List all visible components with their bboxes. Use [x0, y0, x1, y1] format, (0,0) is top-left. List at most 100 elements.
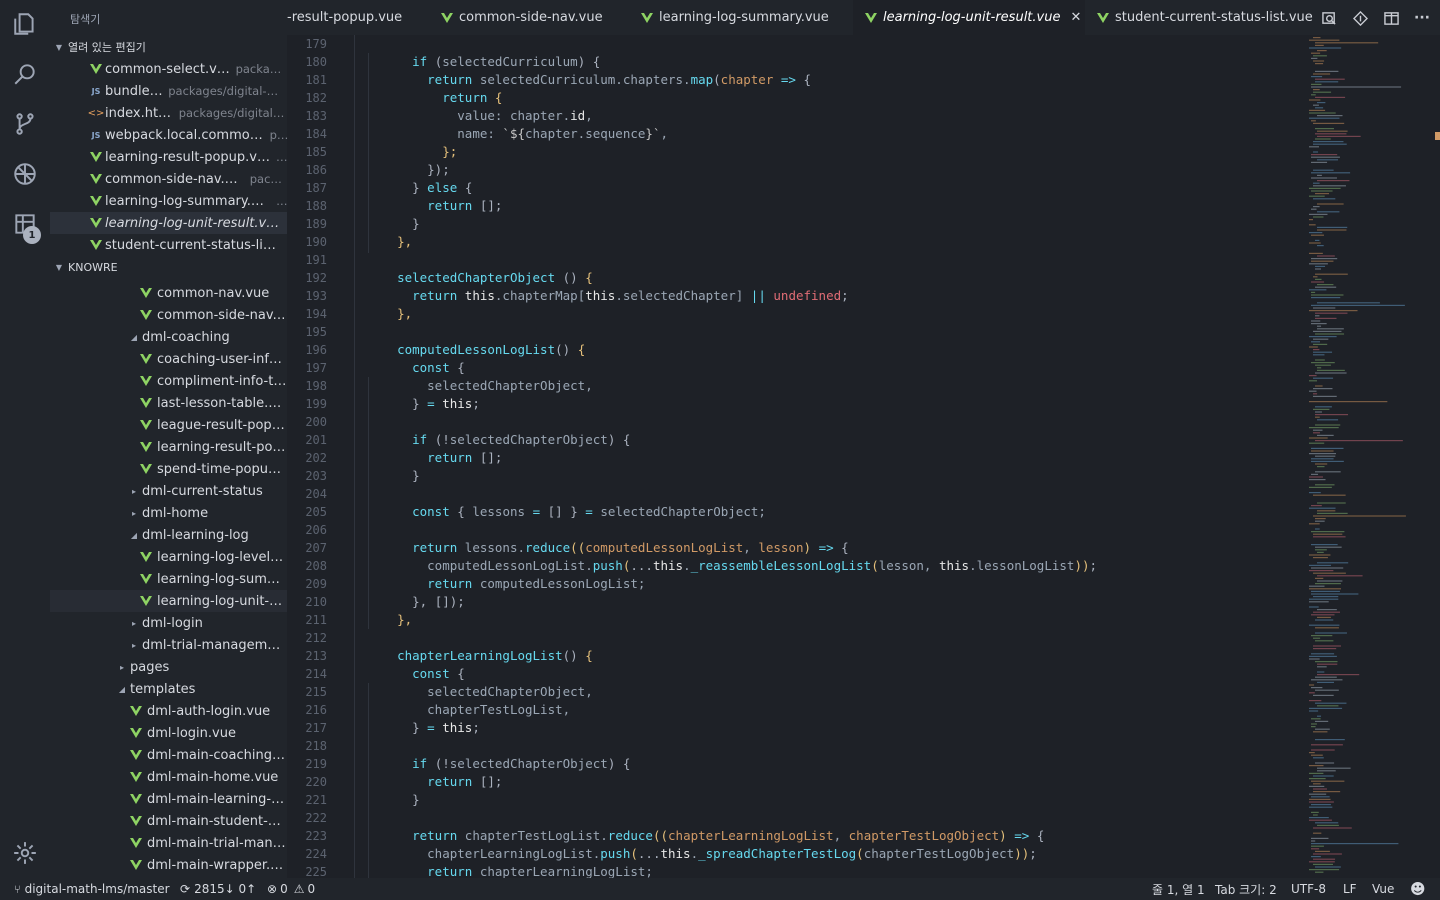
open-editor-path: pack... [249, 172, 287, 186]
tree-file[interactable]: learning-log-unit-re... [50, 590, 287, 612]
tree-file[interactable]: last-lesson-table.vu... [50, 392, 287, 414]
tab-size[interactable]: Tab 크기: 2 [1215, 878, 1277, 900]
gear-icon[interactable] [10, 838, 40, 868]
open-editor-name: common-select.vue [105, 61, 231, 77]
tree-file[interactable]: dml-main-home.vue [50, 766, 287, 788]
minimap-line [1309, 401, 1388, 403]
html-icon: <> [87, 107, 105, 119]
more-actions-icon[interactable]: ··· [1413, 9, 1431, 27]
encoding[interactable]: UTF-8 [1291, 878, 1326, 900]
minimap-line [1311, 323, 1327, 325]
open-editor-item[interactable]: learning-log-summary.vue... [50, 190, 287, 212]
open-editor-item[interactable]: JS webpack.local.common.js p... [50, 124, 287, 146]
cursor-position[interactable]: 줄 1, 열 1 [1152, 878, 1205, 900]
tree-item-label: spend-time-popup.... [157, 461, 287, 477]
open-editors-header[interactable]: ▼ 열려 있는 편집기 [50, 37, 287, 57]
minimap-line [1309, 252, 1323, 254]
code-content[interactable]: if (selectedCurriculum) { return selecte… [382, 35, 1097, 878]
split-editor-icon[interactable] [1382, 9, 1400, 27]
tree-item-label: common-nav.vue [157, 285, 270, 301]
tree-file[interactable]: dml-main-wrapper.vue [50, 854, 287, 876]
code-line: }, []); [412, 594, 465, 609]
tree-folder[interactable]: ◢ dml-learning-log [50, 524, 287, 546]
problems-indicator[interactable]: ⊗ 0 ⚠ 0 [267, 878, 315, 900]
open-editor-item[interactable]: learning-log-unit-result.vue... [50, 212, 287, 234]
source-control-icon[interactable] [10, 109, 40, 139]
explorer-icon[interactable] [10, 9, 40, 39]
open-editor-item[interactable]: learning-result-popup.vue... [50, 146, 287, 168]
open-editor-item[interactable]: JS bundle.js packages/digital-m... [50, 80, 287, 102]
tree-folder[interactable]: ▸ dml-home [50, 502, 287, 524]
line-number-gutter: 179 180 181 182 183 184 185 186 187 188 189 190 191 1… [287, 35, 337, 878]
open-editor-item[interactable]: <> index.html packages/digital-... [50, 102, 287, 124]
close-icon[interactable]: ✕ [1070, 10, 1081, 25]
search-icon[interactable] [10, 59, 40, 89]
scrollbar[interactable] [1435, 35, 1440, 878]
minimap-line [1315, 138, 1331, 140]
tree-file[interactable]: learning-result-pop... [50, 436, 287, 458]
code-line: } else { [412, 180, 473, 195]
minimap-line [1315, 546, 1342, 548]
tab-common-side-nav[interactable]: common-side-nav.vue [429, 0, 629, 35]
open-editor-item[interactable]: common-select.vue packag... [50, 58, 287, 80]
tab-learning-log-unit-result[interactable]: learning-log-unit-result.vue ✕ [853, 0, 1085, 35]
sync-indicator[interactable]: ⟳ 2815↓ 0↑ [180, 878, 256, 900]
tree-folder[interactable]: ◢ dml-coaching [50, 326, 287, 348]
tree-file[interactable]: spend-time-popup.... [50, 458, 287, 480]
minimap-line [1311, 57, 1318, 59]
tree-file[interactable]: dml-main-learning-lo... [50, 788, 287, 810]
language-mode[interactable]: Vue [1372, 878, 1394, 900]
tree-folder[interactable]: ▸ dml-login [50, 612, 287, 634]
tree-folder[interactable]: ▸ dml-trial-management [50, 634, 287, 656]
code-line: computedLessonLogList.push(...this._reas… [427, 558, 1098, 573]
tree-file[interactable]: common-nav.vue [50, 282, 287, 304]
tree-file[interactable]: learning-log-summ... [50, 568, 287, 590]
tab-learning-log-summary[interactable]: learning-log-summary.vue [629, 0, 851, 35]
open-editor-name: student-current-status-list.... [105, 237, 282, 253]
tree-file[interactable]: league-result-popu... [50, 414, 287, 436]
open-editor-path: packag... [235, 62, 287, 76]
tree-file[interactable]: compliment-info-ta... [50, 370, 287, 392]
minimap[interactable] [1303, 35, 1433, 878]
tab-result-popup[interactable]: -result-popup.vue [287, 0, 420, 35]
minimap-line [1315, 661, 1338, 663]
open-editor-item[interactable]: common-side-nav.vue pack... [50, 168, 287, 190]
tree-file[interactable]: dml-login.vue [50, 722, 287, 744]
feedback-smiley-icon[interactable]: ☻ [1410, 878, 1426, 900]
minimap-line [1309, 588, 1342, 590]
tree-file[interactable]: dml-main-trial-manag... [50, 832, 287, 854]
tree-file[interactable]: learning-log-level-r... [50, 546, 287, 568]
tree-file[interactable]: dml-main-coaching.v... [50, 744, 287, 766]
tree-item-label: dml-trial-management [142, 637, 287, 653]
minimap-line [1313, 432, 1320, 434]
minimap-line [1313, 536, 1346, 538]
line-ending[interactable]: LF [1343, 878, 1357, 900]
minimap-line [1313, 151, 1319, 153]
branch-indicator[interactable]: ⑂ digital-math-lms/master [14, 878, 170, 900]
minimap-line [1311, 362, 1335, 364]
minimap-line [1313, 185, 1346, 187]
minimap-line [1311, 281, 1325, 283]
open-editor-name: learning-log-summary.vue [105, 193, 272, 209]
tree-folder[interactable]: ▸ pages [50, 656, 287, 678]
tree-folder[interactable]: ▸ dml-current-status [50, 480, 287, 502]
open-editor-item[interactable]: student-current-status-list.... [50, 234, 287, 256]
open-preview-icon[interactable] [1320, 9, 1338, 27]
code-line: chapterLearningLogList.push(...this._spr… [427, 846, 1037, 861]
minimap-line [1309, 752, 1315, 754]
vue-icon [88, 64, 104, 74]
debug-icon[interactable] [10, 159, 40, 189]
minimap-line [1313, 832, 1322, 834]
tab-student-current-status-list[interactable]: student-current-status-list.vue [1085, 0, 1313, 35]
tree-file[interactable]: common-side-nav.... [50, 304, 287, 326]
minimap-line [1313, 515, 1406, 517]
tree-file[interactable]: dml-auth-login.vue [50, 700, 287, 722]
git-compare-icon[interactable] [1351, 9, 1369, 27]
minimap-line [1309, 336, 1337, 338]
tree-folder[interactable]: ◢ templates [50, 678, 287, 700]
tree-file[interactable]: dml-main-student-cu... [50, 810, 287, 832]
workspace-header[interactable]: ▼ KNOWRE [50, 257, 287, 277]
tree-file[interactable]: coaching-user-info... [50, 348, 287, 370]
code-editor[interactable]: 179 180 181 182 183 184 185 186 187 188 189 190 191 1… [287, 35, 1440, 878]
